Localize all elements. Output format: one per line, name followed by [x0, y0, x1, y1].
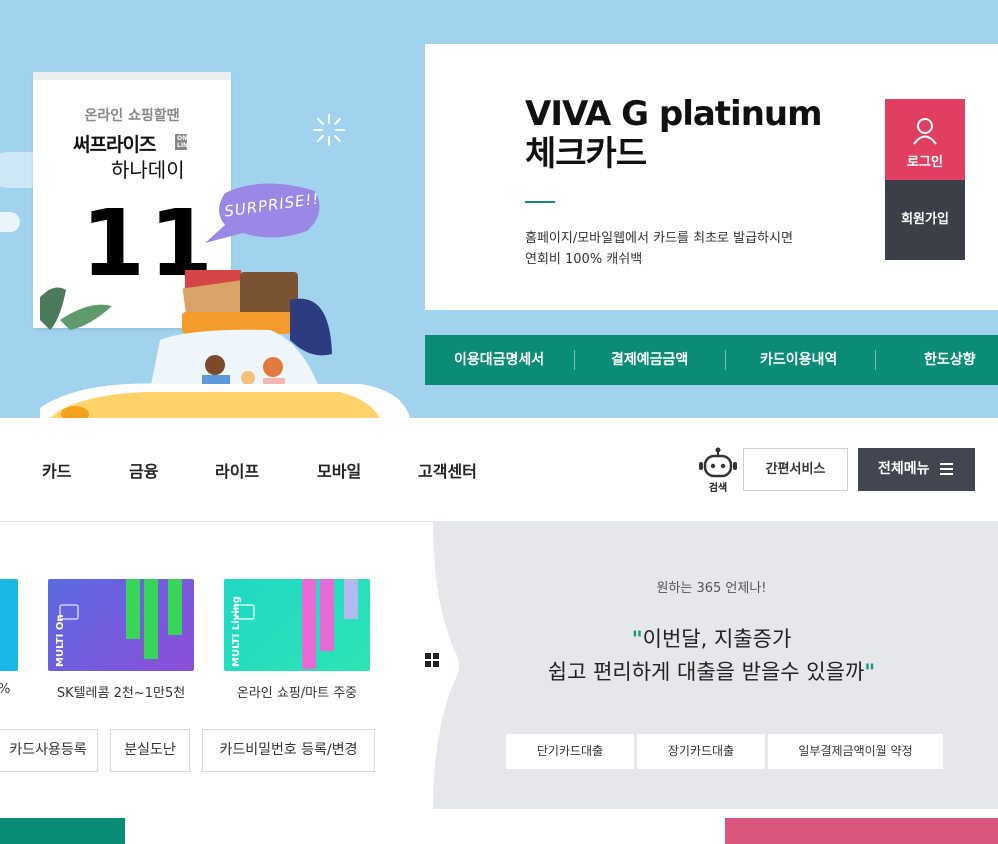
- card-register-button[interactable]: 카드사용등록: [0, 729, 98, 772]
- join-button[interactable]: 회원가입: [885, 180, 965, 260]
- page: 온라인 쇼핑할땐 써프라이즈 ON LINE 하나데이 11 SURPRISE!…: [0, 0, 998, 844]
- short-loan-button[interactable]: 단기카드대출: [506, 734, 634, 769]
- card-name: MULTI On: [55, 614, 66, 667]
- promo-title-line2: 체크카드: [525, 134, 647, 174]
- loan-question: "이번달, 지출증가 쉽고 편리하게 대출을 받을수 있을까": [425, 623, 998, 689]
- all-menu-button[interactable]: 전체메뉴: [858, 448, 975, 491]
- online-badge: ON LINE: [175, 134, 193, 150]
- card-multi-on[interactable]: MULTI On: [48, 579, 194, 671]
- login-label: 로그인: [907, 155, 943, 170]
- card-partial-label: %: [0, 682, 10, 697]
- bottom-banner-white[interactable]: [125, 818, 725, 844]
- robot-search-icon: [699, 447, 737, 478]
- long-loan-button[interactable]: 장기카드대출: [637, 734, 765, 769]
- quick-link-payment[interactable]: 결제예금금액: [611, 335, 688, 385]
- hamburger-icon: [940, 463, 953, 475]
- hero-banner[interactable]: 온라인 쇼핑할땐 써프라이즈 ON LINE 하나데이 11 SURPRISE!…: [0, 0, 998, 418]
- lost-stolen-button[interactable]: 분실도난: [110, 729, 190, 772]
- bottom-banner-green[interactable]: [0, 818, 125, 844]
- quote-close: ": [864, 660, 876, 684]
- car-illustration: [40, 270, 410, 418]
- cloud-decoration: [0, 212, 20, 232]
- quick-link-bar: 이용대금명세서 결제예금금액 카드이용내역 한도상향: [425, 335, 998, 385]
- nav-item-finance[interactable]: 금융: [129, 458, 158, 482]
- bottom-banner-pink[interactable]: [725, 818, 998, 844]
- divider: [875, 350, 876, 370]
- divider: [725, 350, 726, 370]
- card-pin-button[interactable]: 카드비밀번호 등록/변경: [202, 729, 375, 772]
- all-menu-label: 전체메뉴: [878, 461, 930, 477]
- promo-title-line1: VIVA G platinum: [525, 94, 823, 134]
- card-multi-living[interactable]: MULTI Living: [224, 579, 370, 671]
- revolving-button[interactable]: 일부결제금액이월 약정: [768, 734, 943, 769]
- user-icon: [913, 118, 937, 145]
- quick-link-usage[interactable]: 카드이용내역: [760, 335, 837, 385]
- search-label: 검색: [708, 483, 728, 494]
- promo-desc-line2: 연회비 100% 캐쉬백: [525, 252, 643, 267]
- nav-item-card[interactable]: 카드: [42, 458, 71, 482]
- calendar-title-line2: 하나데이: [111, 158, 185, 182]
- login-button[interactable]: 로그인: [885, 99, 965, 180]
- quick-link-limit[interactable]: 한도상향: [924, 335, 976, 385]
- calendar-subtitle: 온라인 쇼핑할땐: [84, 108, 180, 124]
- quote-open: ": [631, 627, 643, 651]
- loan-subtitle: 원하는 365 언제나!: [656, 581, 767, 596]
- card-partial[interactable]: [0, 579, 18, 671]
- promo-divider: [525, 201, 555, 203]
- promo-title: VIVA G platinum 체크카드: [525, 94, 823, 174]
- card-label-shopping: 온라인 쇼핑/마트 주중: [236, 686, 358, 701]
- join-label: 회원가입: [901, 212, 949, 227]
- quick-link-statement[interactable]: 이용대금명세서: [454, 335, 544, 385]
- card-name: MULTI Living: [231, 596, 242, 667]
- loan-line2: 쉽고 편리하게 대출을 받을수 있을까: [547, 660, 865, 684]
- main-nav: 카드 금융 라이프 모바일 고객센터: [0, 418, 998, 522]
- calendar-title: 써프라이즈: [73, 134, 156, 156]
- card-face: [235, 579, 358, 669]
- nav-item-support[interactable]: 고객센터: [418, 458, 477, 482]
- divider: [574, 350, 575, 370]
- card-label-sk: SK텔레콤 2천~1만5천: [56, 686, 186, 701]
- nav-item-life[interactable]: 라이프: [215, 458, 259, 482]
- nav-item-mobile[interactable]: 모바일: [317, 458, 361, 482]
- loan-line1: 이번달, 지출증가: [642, 627, 792, 651]
- card-face: [59, 579, 182, 659]
- promo-description: 홈페이지/모바일웹에서 카드를 최초로 발급하시면 연회비 100% 캐쉬백: [525, 228, 793, 270]
- promo-desc-line1: 홈페이지/모바일웹에서 카드를 최초로 발급하시면: [525, 231, 793, 246]
- search-button[interactable]: 검색: [697, 447, 739, 494]
- sparkle-icon: [313, 114, 345, 146]
- easy-service-button[interactable]: 간편서비스: [743, 448, 848, 491]
